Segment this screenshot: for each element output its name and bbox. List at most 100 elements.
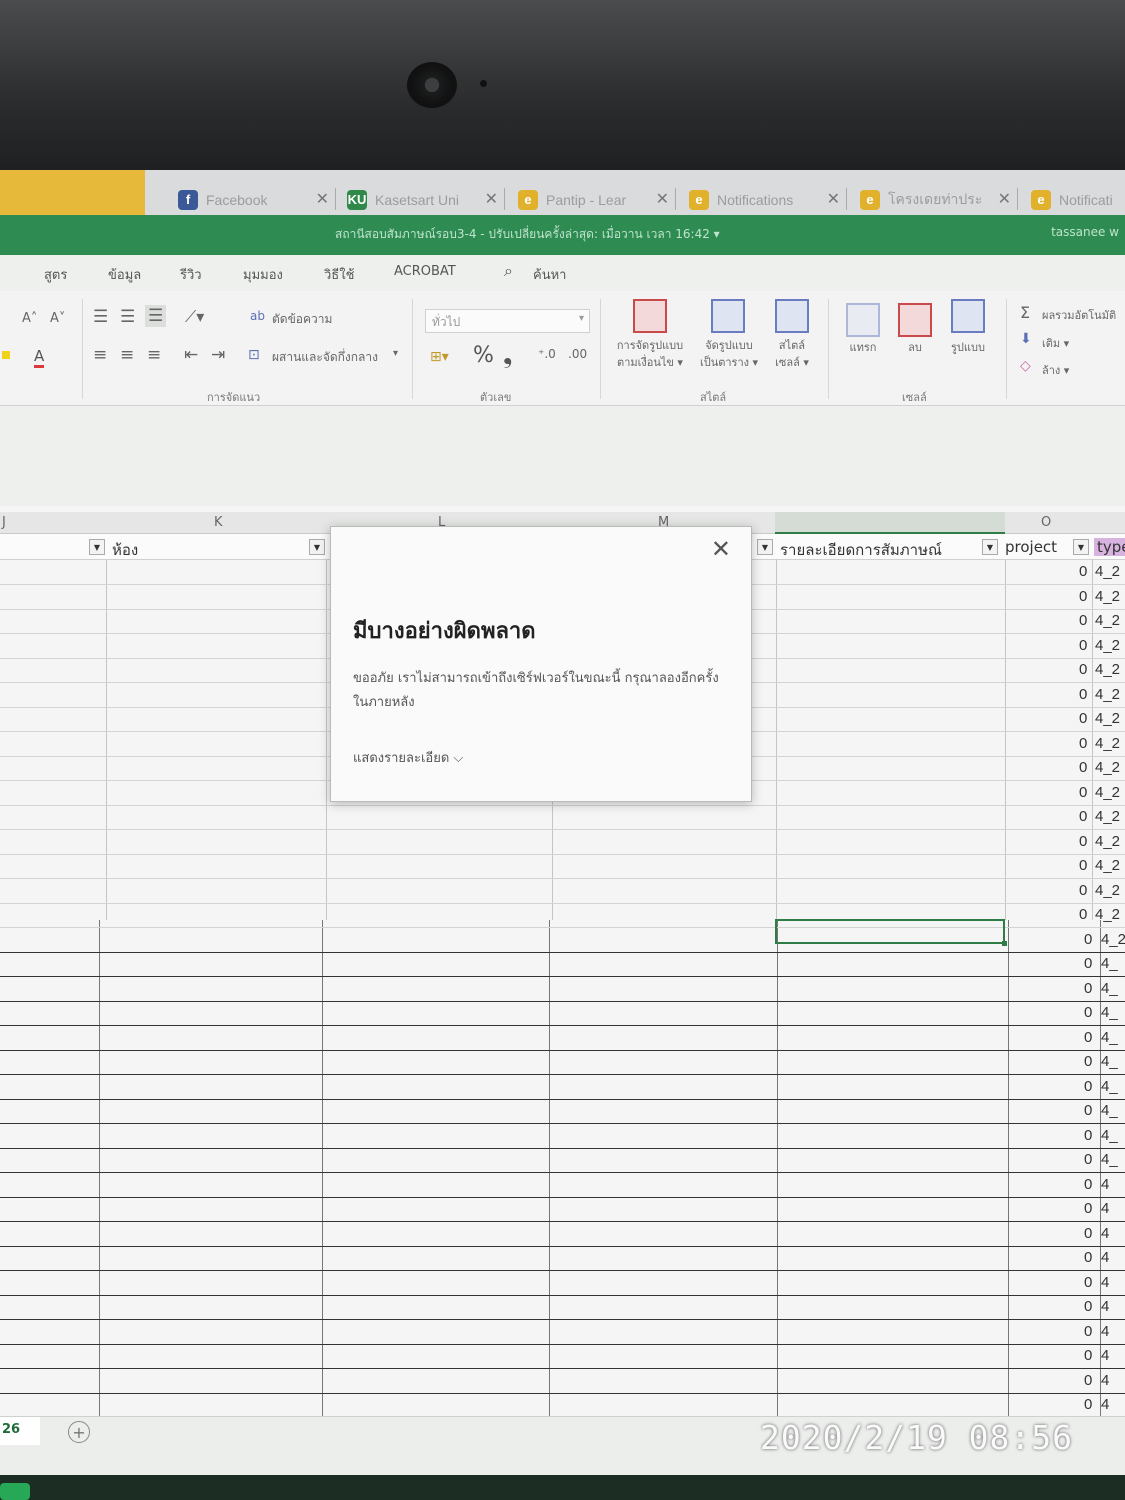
cell-project-value[interactable]: 0 — [1084, 1151, 1092, 1168]
wrap-text-icon[interactable]: ab — [250, 309, 265, 323]
cell-styles-button[interactable]: สไตล์ เซลล์ ▾ — [765, 337, 819, 371]
cell-type-value[interactable]: 4_2 — [1101, 931, 1125, 948]
browser-tab[interactable]: e โครงเดยท่าประ ✕ — [854, 184, 1019, 215]
cell-project-value[interactable]: 0 — [1084, 1249, 1092, 1266]
cell-type-value[interactable]: 4_2 — [1095, 759, 1120, 776]
cell-type-value[interactable]: 4_2 — [1095, 686, 1120, 703]
grow-font-button[interactable]: A˄ — [22, 311, 37, 326]
cell-type-value[interactable]: 4_ — [1101, 1151, 1118, 1168]
tab-help[interactable]: วิธีใช้ — [324, 264, 354, 285]
cell-type-value[interactable]: 4_2 — [1095, 710, 1120, 727]
cell-styles-icon[interactable] — [775, 299, 809, 333]
cell-project-value[interactable]: 0 — [1084, 1298, 1092, 1315]
field-header-room[interactable]: ห้อง — [112, 538, 138, 562]
format-as-table-button[interactable]: จัดรูปแบบ เป็นตาราง ▾ — [693, 337, 765, 371]
tab-search[interactable]: ค้นหา — [533, 264, 566, 285]
filter-dropdown-n[interactable]: ▼ — [982, 539, 998, 555]
cell-project-value[interactable]: 0 — [1084, 1347, 1092, 1364]
cell-project-value[interactable]: 0 — [1084, 1225, 1092, 1242]
filter-dropdown-k[interactable]: ▼ — [309, 539, 325, 555]
cell-project-value[interactable]: 0 — [1084, 931, 1092, 948]
cell-project-value[interactable]: 0 — [1084, 1078, 1092, 1095]
cell-type-value[interactable]: 4 — [1101, 1249, 1109, 1266]
cell-type-value[interactable]: 4_2 — [1095, 857, 1120, 874]
align-bottom-icon[interactable]: ☰ — [145, 305, 167, 327]
cell-project-value[interactable]: 0 — [1079, 808, 1087, 825]
format-as-table-icon[interactable] — [711, 299, 745, 333]
align-middle-icon[interactable]: ☰ — [120, 307, 135, 327]
close-tab-icon[interactable]: ✕ — [656, 189, 669, 209]
number-format-select[interactable]: ทั่วไป ▾ — [425, 309, 590, 333]
cell-type-value[interactable]: 4_2 — [1095, 833, 1120, 850]
autosum-icon[interactable]: Σ — [1020, 303, 1030, 322]
wrap-text-button[interactable]: ตัดข้อความ — [272, 310, 332, 329]
decrease-decimal-icon[interactable]: .00 — [568, 347, 587, 361]
column-header-j[interactable]: J — [2, 515, 6, 530]
cell-type-value[interactable]: 4_ — [1101, 1053, 1118, 1070]
filter-dropdown-j[interactable]: ▼ — [89, 539, 105, 555]
cell-project-value[interactable]: 0 — [1079, 784, 1087, 801]
cell-project-value[interactable]: 0 — [1084, 1127, 1092, 1144]
delete-cells-button[interactable]: ลบ — [892, 339, 938, 356]
cell-project-value[interactable]: 0 — [1084, 955, 1092, 972]
cell-type-value[interactable]: 4_2 — [1095, 906, 1120, 923]
cell-project-value[interactable]: 0 — [1084, 980, 1092, 997]
workbook-title[interactable]: สถานีสอบสัมภาษณ์รอบ3-4 - ปรับเปลี่ยนครั้… — [335, 225, 720, 244]
increase-indent-icon[interactable]: ⇥ — [211, 345, 225, 365]
align-left-icon[interactable]: ≡ — [93, 345, 107, 365]
tab-review[interactable]: รีวิว — [180, 264, 202, 285]
sheet-tab[interactable]: 26 — [0, 1417, 40, 1445]
close-tab-icon[interactable]: ✕ — [827, 189, 840, 209]
cell-type-value[interactable]: 4 — [1101, 1298, 1109, 1315]
cell-type-value[interactable]: 4 — [1101, 1323, 1109, 1340]
shrink-font-button[interactable]: A˅ — [50, 311, 65, 326]
cell-project-value[interactable]: 0 — [1084, 1004, 1092, 1021]
align-top-icon[interactable]: ☰ — [93, 307, 108, 327]
align-center-icon[interactable]: ≡ — [120, 345, 134, 365]
conditional-formatting-icon[interactable] — [633, 299, 667, 333]
cell-type-value[interactable]: 4_2 — [1095, 612, 1120, 629]
column-header-o[interactable]: O — [1041, 515, 1051, 530]
clear-button[interactable]: ล้าง ▾ — [1042, 361, 1069, 379]
cell-project-value[interactable]: 0 — [1084, 1176, 1092, 1193]
increase-decimal-icon[interactable]: ⁺.0 — [538, 347, 556, 361]
cell-project-value[interactable]: 0 — [1084, 1053, 1092, 1070]
close-tab-icon[interactable]: ✕ — [316, 189, 329, 209]
orientation-icon[interactable]: ⟋▾ — [185, 307, 204, 327]
cell-project-value[interactable]: 0 — [1079, 906, 1087, 923]
cell-project-value[interactable]: 0 — [1079, 563, 1087, 580]
browser-tab[interactable]: e Notificati — [1025, 184, 1125, 215]
add-sheet-button[interactable]: + — [68, 1421, 90, 1443]
highlight-icon[interactable] — [2, 351, 10, 359]
cell-project-value[interactable]: 0 — [1079, 735, 1087, 752]
cell-project-value[interactable]: 0 — [1084, 1372, 1092, 1389]
fill-icon[interactable]: ⬇ — [1020, 331, 1032, 347]
cell-project-value[interactable]: 0 — [1084, 1396, 1092, 1413]
search-icon[interactable]: ⌕ — [504, 261, 513, 281]
percent-button[interactable]: % — [473, 343, 494, 368]
browser-tab[interactable]: KU Kasetsart Uni ✕ — [341, 184, 506, 215]
tab-formulas[interactable]: สูตร — [44, 264, 67, 285]
tab-data[interactable]: ข้อมูล — [108, 264, 141, 285]
merge-dropdown-icon[interactable]: ▾ — [393, 348, 398, 359]
accounting-format-icon[interactable]: ⊞▾ — [430, 349, 449, 365]
comma-style-button[interactable]: ❟ — [503, 341, 512, 369]
cell-type-value[interactable]: 4_ — [1101, 980, 1118, 997]
user-name[interactable]: tassanee w — [1051, 225, 1119, 239]
format-cells-icon[interactable] — [951, 299, 985, 333]
cell-type-value[interactable]: 4_2 — [1095, 588, 1120, 605]
cell-type-value[interactable]: 4 — [1101, 1176, 1109, 1193]
cell-type-value[interactable]: 4 — [1101, 1396, 1109, 1413]
cell-project-value[interactable]: 0 — [1079, 612, 1087, 629]
cell-project-value[interactable]: 0 — [1079, 661, 1087, 678]
cell-type-value[interactable]: 4_2 — [1095, 735, 1120, 752]
cell-type-value[interactable]: 4_ — [1101, 1004, 1118, 1021]
filter-dropdown-o[interactable]: ▼ — [1073, 539, 1089, 555]
align-right-icon[interactable]: ≡ — [147, 345, 161, 365]
autosum-button[interactable]: ผลรวมอัตโนมัติ — [1042, 306, 1116, 324]
cell-type-value[interactable]: 4_2 — [1095, 784, 1120, 801]
cell-project-value[interactable]: 0 — [1079, 759, 1087, 776]
tab-view[interactable]: มุมมอง — [243, 264, 283, 285]
format-cells-button[interactable]: รูปแบบ — [940, 339, 996, 356]
cell-type-value[interactable]: 4_2 — [1095, 882, 1120, 899]
